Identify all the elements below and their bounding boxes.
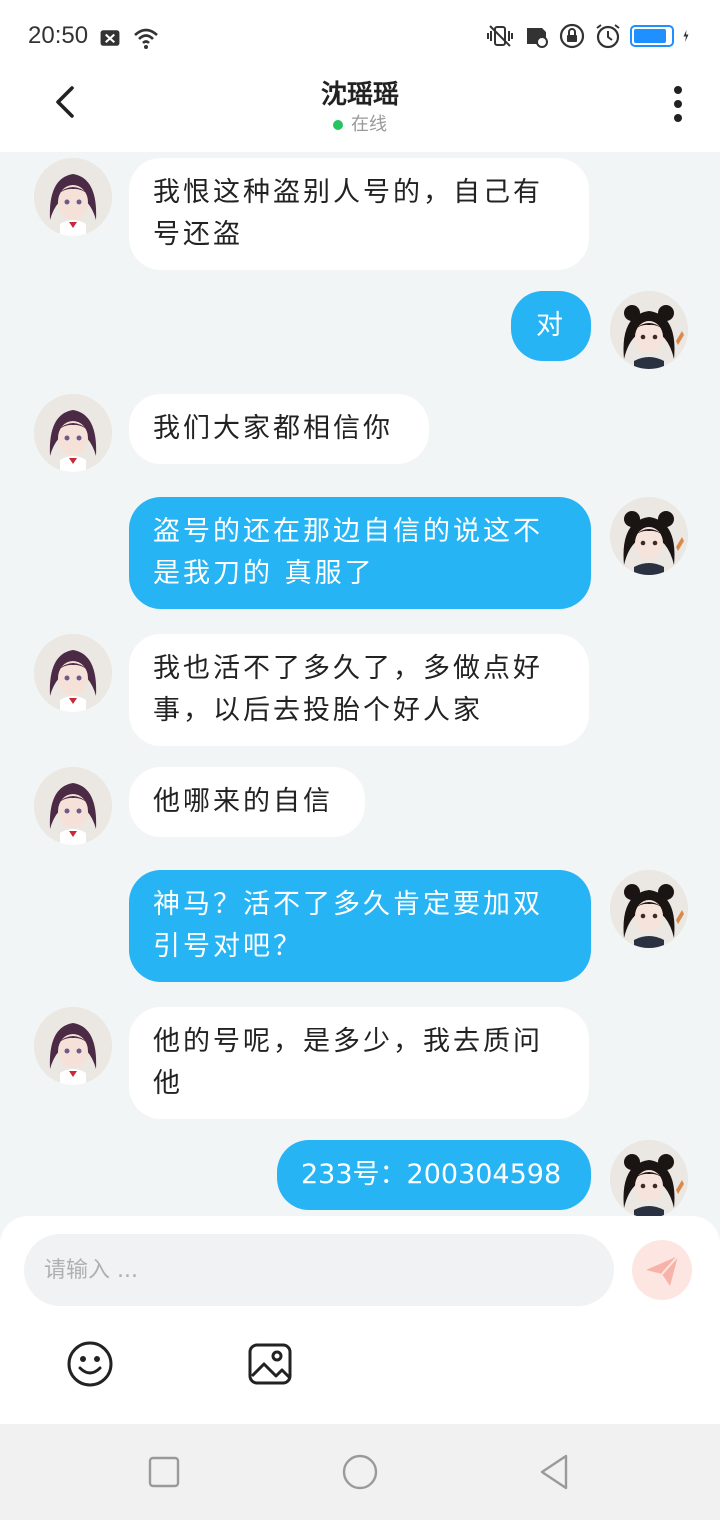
incoming-message-bubble[interactable]: 我们大家都相信你 <box>129 394 429 464</box>
outgoing-message-bubble[interactable]: 对 <box>511 291 591 361</box>
home-icon[interactable] <box>340 1452 380 1492</box>
my-avatar[interactable] <box>610 870 688 948</box>
close-box-icon <box>100 30 120 46</box>
incoming-message-bubble[interactable]: 他哪来的自信 <box>129 767 365 837</box>
recent-apps-icon[interactable] <box>144 1452 184 1492</box>
contact-avatar[interactable] <box>34 394 112 472</box>
online-dot-icon <box>333 120 343 130</box>
outgoing-message-bubble[interactable]: 神马？活不了多久肯定要加双引号对吧？ <box>129 870 591 982</box>
status-time: 20:50 <box>28 22 89 49</box>
charging-icon <box>683 30 689 42</box>
status-bar: 20:50 <box>0 0 720 72</box>
wifi-icon <box>134 28 158 49</box>
battery-fill <box>634 29 666 43</box>
more-options-icon[interactable] <box>670 82 686 126</box>
message-list[interactable]: 我恨这种盗别人号的，自己有号还盗 对 我们大家都相信你 盗号的还在那边自信的说这… <box>0 152 720 1216</box>
incoming-message-bubble[interactable]: 我也活不了多久了，多做点好事，以后去投胎个好人家 <box>129 634 589 746</box>
online-status-label: 在线 <box>351 114 387 135</box>
send-icon <box>646 1255 679 1286</box>
incoming-message-bubble[interactable]: 我恨这种盗别人号的，自己有号还盗 <box>129 158 589 270</box>
outgoing-message-bubble[interactable]: 盗号的还在那边自信的说这不是我刀的 真服了 <box>129 497 591 609</box>
send-button[interactable] <box>632 1240 692 1300</box>
vibrate-icon <box>487 25 513 47</box>
alarm-icon <box>596 24 620 49</box>
contact-name: 沈瑶瑶 <box>320 80 399 110</box>
contact-avatar[interactable] <box>34 1007 112 1085</box>
composer <box>0 1216 720 1424</box>
sim-icon <box>527 28 548 48</box>
contact-avatar[interactable] <box>34 767 112 845</box>
outgoing-message-bubble[interactable]: 233号：200304598 <box>277 1140 591 1210</box>
lock-rotation-icon <box>559 23 585 49</box>
system-navigation-bar <box>0 1424 720 1520</box>
image-icon[interactable] <box>246 1340 294 1388</box>
my-avatar[interactable] <box>610 1140 688 1216</box>
my-avatar[interactable] <box>610 291 688 369</box>
system-back-icon[interactable] <box>536 1452 576 1492</box>
battery-icon <box>630 25 674 47</box>
chat-header: 沈瑶瑶 在线 <box>0 72 720 152</box>
contact-avatar[interactable] <box>34 634 112 712</box>
my-avatar[interactable] <box>610 497 688 575</box>
emoji-icon[interactable] <box>66 1340 114 1388</box>
message-input[interactable] <box>24 1234 614 1306</box>
online-status: 在线 <box>0 110 720 136</box>
incoming-message-bubble[interactable]: 他的号呢，是多少，我去质问他 <box>129 1007 589 1119</box>
contact-avatar[interactable] <box>34 158 112 236</box>
